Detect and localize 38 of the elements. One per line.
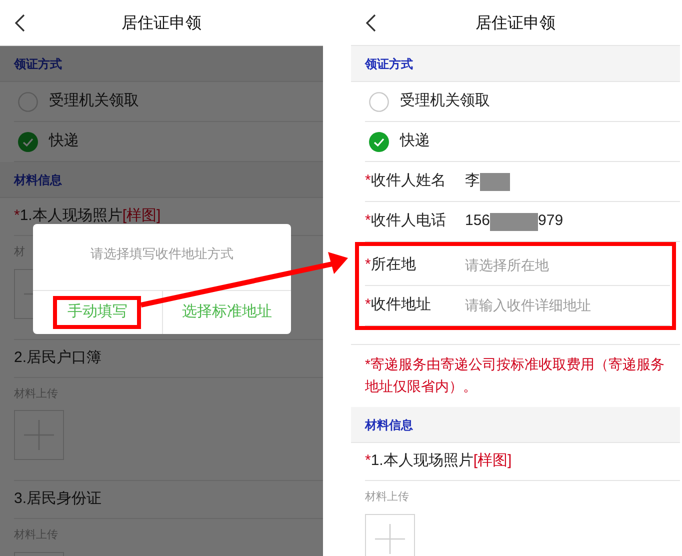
section-heading: 材料信息 — [14, 172, 62, 188]
field-label: *收件人电话 — [365, 211, 447, 232]
section-heading: 材料信息 — [365, 416, 413, 434]
screen-title: 居住证申领 — [474, 14, 556, 34]
input-field[interactable]: 请选择所在地 — [465, 255, 655, 276]
sample-link[interactable]: [样图] — [122, 205, 161, 228]
checked-radio-icon[interactable] — [369, 132, 389, 152]
radio-label[interactable]: 快递 — [49, 130, 79, 153]
section-heading: 领证方式 — [365, 56, 413, 72]
field-value: 156 — [465, 211, 490, 232]
field-label: *收件地址 — [365, 295, 432, 316]
radio-label[interactable]: 快递 — [400, 130, 430, 153]
material-title: *1.本人现场照片 — [365, 451, 474, 472]
radio-icon[interactable] — [369, 92, 389, 112]
checked-radio-icon[interactable] — [18, 132, 38, 152]
input-field[interactable]: 请输入收件详细地址 — [465, 295, 655, 316]
plus-icon[interactable] — [373, 522, 407, 556]
dialog-message: 请选择填写收件地址方式 — [90, 245, 234, 263]
radio-label[interactable]: 受理机关领取 — [400, 90, 490, 113]
notice-text: *寄递服务由寄递公司按标准收取费用（寄递服务地址仅限省内）。 — [365, 355, 666, 396]
dialog-button[interactable]: 选择标准地址 — [178, 301, 276, 324]
upload-label: 材料上传 — [365, 490, 409, 505]
field-value: 李 — [465, 171, 480, 192]
back-icon[interactable] — [365, 12, 377, 32]
upload-box[interactable] — [365, 514, 415, 556]
back-icon[interactable] — [14, 12, 26, 32]
section-heading: 领证方式 — [14, 56, 62, 72]
field-label: *所在地 — [365, 255, 417, 276]
field-label: *收件人姓名 — [365, 171, 447, 192]
material-title: 2.居民户口簿 — [14, 348, 102, 368]
radio-icon[interactable] — [18, 92, 38, 112]
radio-label[interactable]: 受理机关领取 — [49, 90, 139, 113]
material-title: 3.居民身份证 — [14, 489, 102, 510]
material-title: *1.本人现场照片 — [14, 206, 122, 226]
dialog-button[interactable]: 手动填写 — [53, 296, 142, 329]
sample-link[interactable]: [样图] — [473, 450, 512, 473]
field-value: 979 — [538, 211, 564, 232]
screen-title: 居住证申领 — [120, 14, 202, 34]
